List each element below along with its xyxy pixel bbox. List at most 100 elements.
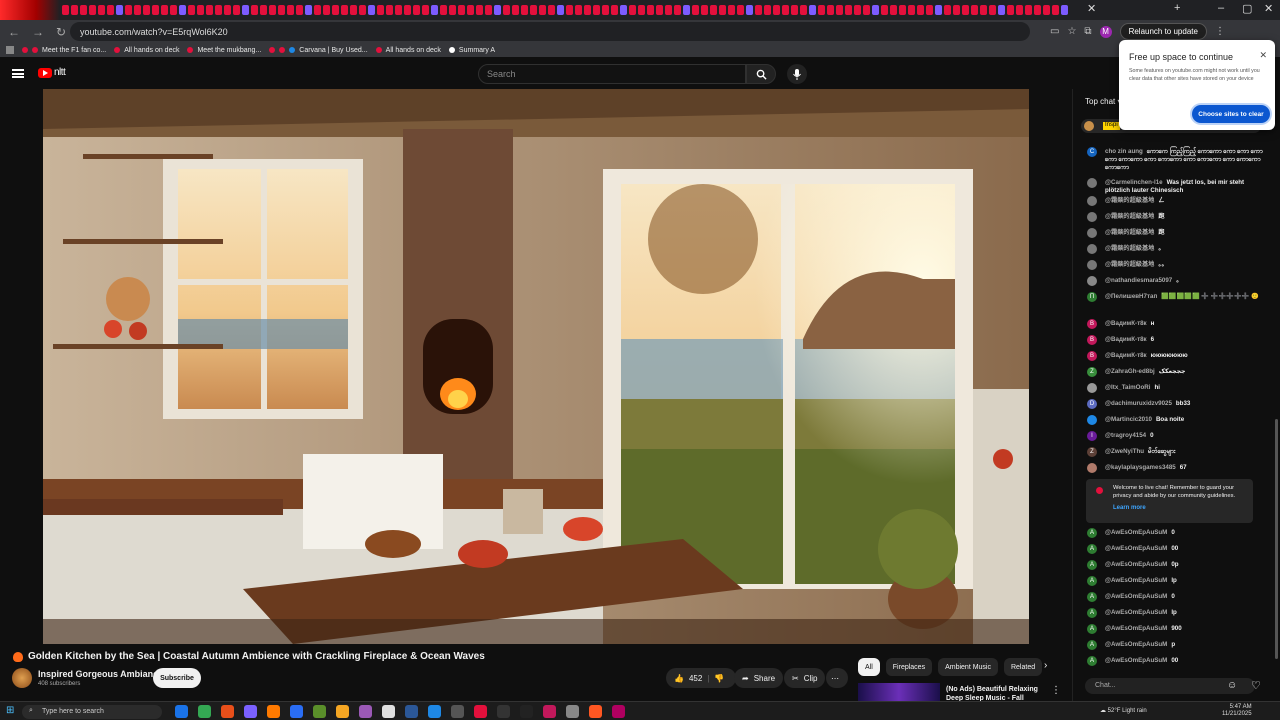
chat-author[interactable]: @AwEsOmEpAuSuM (1105, 529, 1167, 536)
bookmark-item[interactable]: All hands on deck (114, 47, 179, 54)
chat-mode-selector[interactable]: Top chat ▾ (1085, 97, 1122, 106)
browser-tab[interactable] (332, 5, 339, 15)
choose-sites-button[interactable]: Choose sites to clear (1192, 105, 1270, 123)
chip-related[interactable]: Related (1003, 658, 1043, 676)
related-video-thumbnail[interactable] (858, 683, 940, 703)
browser-tab[interactable] (620, 5, 627, 15)
browser-tab[interactable] (827, 5, 834, 15)
chat-author[interactable]: @kaylaplaysgames3485 (1105, 464, 1176, 471)
browser-tab[interactable] (188, 5, 195, 15)
browser-tab[interactable] (278, 5, 285, 15)
youtube-logo-icon[interactable] (38, 68, 52, 78)
browser-tab[interactable] (773, 5, 780, 15)
browser-tab[interactable] (467, 5, 474, 15)
browser-tab[interactable] (305, 5, 312, 15)
browser-tab[interactable] (548, 5, 555, 15)
browser-tab[interactable] (107, 5, 114, 15)
browser-tab[interactable] (296, 5, 303, 15)
tabs-row[interactable] (62, 5, 1072, 15)
chat-author[interactable]: @dachimuruxidzv9025 (1105, 400, 1172, 407)
chrome-icon[interactable] (221, 705, 234, 718)
related-more-icon[interactable]: ⋮ (1051, 685, 1061, 696)
voice-search-button[interactable] (787, 64, 807, 84)
opera-icon[interactable] (497, 705, 510, 718)
browser-tab[interactable] (899, 5, 906, 15)
emoji-icon[interactable]: ☺ (1227, 680, 1237, 691)
browser-tab[interactable] (638, 5, 645, 15)
browser-tab[interactable] (818, 5, 825, 15)
chat-author[interactable]: @nathandiesmara5097 (1105, 277, 1172, 284)
browser-tab[interactable] (989, 5, 996, 15)
browser-tab[interactable] (728, 5, 735, 15)
browser-tab[interactable] (206, 5, 213, 15)
browser-tab[interactable] (602, 5, 609, 15)
chat-author[interactable]: @霜燚的超級基地 (1105, 245, 1154, 252)
browser-tab[interactable] (1043, 5, 1050, 15)
chat-author[interactable]: @AwEsOmEpAuSuM (1105, 625, 1167, 632)
browser-tab[interactable] (890, 5, 897, 15)
browser-tab[interactable] (755, 5, 762, 15)
browser-tab[interactable] (503, 5, 510, 15)
chat-author[interactable]: @霜燚的超級基地 (1105, 261, 1154, 268)
browser-tab[interactable] (647, 5, 654, 15)
browser-tab[interactable] (197, 5, 204, 15)
chat-author[interactable]: @ВадимК-т8к (1105, 336, 1147, 343)
heart-icon[interactable]: ♡ (1251, 679, 1261, 692)
browser-tab[interactable] (80, 5, 87, 15)
browser-tab[interactable] (1052, 5, 1059, 15)
forward-icon[interactable]: → (32, 25, 44, 39)
browser-tab[interactable] (152, 5, 159, 15)
chat-author[interactable]: @AwEsOmEpAuSuM (1105, 577, 1167, 584)
chevron-right-icon[interactable]: › (1044, 660, 1047, 671)
browser-tab[interactable] (629, 5, 636, 15)
window-close-icon[interactable]: ✕ (1264, 2, 1273, 15)
windows-start-icon[interactable]: ⊞ (6, 705, 14, 716)
learn-more-link[interactable]: Learn more (1113, 505, 1146, 511)
chat-author[interactable]: @Carmelinchen-l1e (1105, 179, 1163, 186)
browser-tab[interactable] (170, 5, 177, 15)
browser-tab[interactable] (431, 5, 438, 15)
browser-tab[interactable] (89, 5, 96, 15)
browser-tab[interactable] (926, 5, 933, 15)
app-icon[interactable] (267, 705, 280, 718)
browser-tab[interactable] (530, 5, 537, 15)
browser-tab[interactable] (665, 5, 672, 15)
browser-tab[interactable] (557, 5, 564, 15)
browser-tab[interactable] (62, 5, 69, 15)
browser-tab[interactable] (575, 5, 582, 15)
browser-tab[interactable] (1007, 5, 1014, 15)
browser-tab[interactable] (917, 5, 924, 15)
browser-tab[interactable] (980, 5, 987, 15)
browser-tab[interactable] (539, 5, 546, 15)
browser-tab[interactable] (323, 5, 330, 15)
chat-author[interactable]: @AwEsOmEpAuSuM (1105, 641, 1167, 648)
app-icon[interactable] (313, 705, 326, 718)
browser-tab[interactable] (845, 5, 852, 15)
browser-tab[interactable] (143, 5, 150, 15)
chat-scrollbar[interactable] (1275, 419, 1278, 659)
app-icon[interactable] (566, 705, 579, 718)
app-icon[interactable] (612, 705, 625, 718)
bookmark-item[interactable]: Meet the mukbang... (187, 47, 261, 54)
browser-tab[interactable] (260, 5, 267, 15)
browser-tab[interactable] (224, 5, 231, 15)
browser-tab[interactable] (710, 5, 717, 15)
subscribe-button[interactable]: Subscribe (153, 668, 201, 688)
browser-tab[interactable] (125, 5, 132, 15)
back-icon[interactable]: ← (8, 25, 20, 39)
browser-tab[interactable] (764, 5, 771, 15)
app-icon[interactable] (382, 705, 395, 718)
browser-tab[interactable] (1016, 5, 1023, 15)
browser-tab[interactable] (971, 5, 978, 15)
active-tab[interactable] (0, 0, 60, 20)
browser-tab[interactable] (314, 5, 321, 15)
app-icon[interactable] (405, 705, 418, 718)
browser-tab[interactable] (656, 5, 663, 15)
browser-tab[interactable] (161, 5, 168, 15)
youtube-logo-text[interactable]: nltt (54, 67, 66, 78)
chat-author[interactable]: @AwEsOmEpAuSuM (1105, 657, 1167, 664)
browser-tab[interactable] (782, 5, 789, 15)
browser-tab[interactable] (269, 5, 276, 15)
app-icon[interactable] (244, 705, 257, 718)
install-icon[interactable]: ▭ (1050, 26, 1059, 37)
